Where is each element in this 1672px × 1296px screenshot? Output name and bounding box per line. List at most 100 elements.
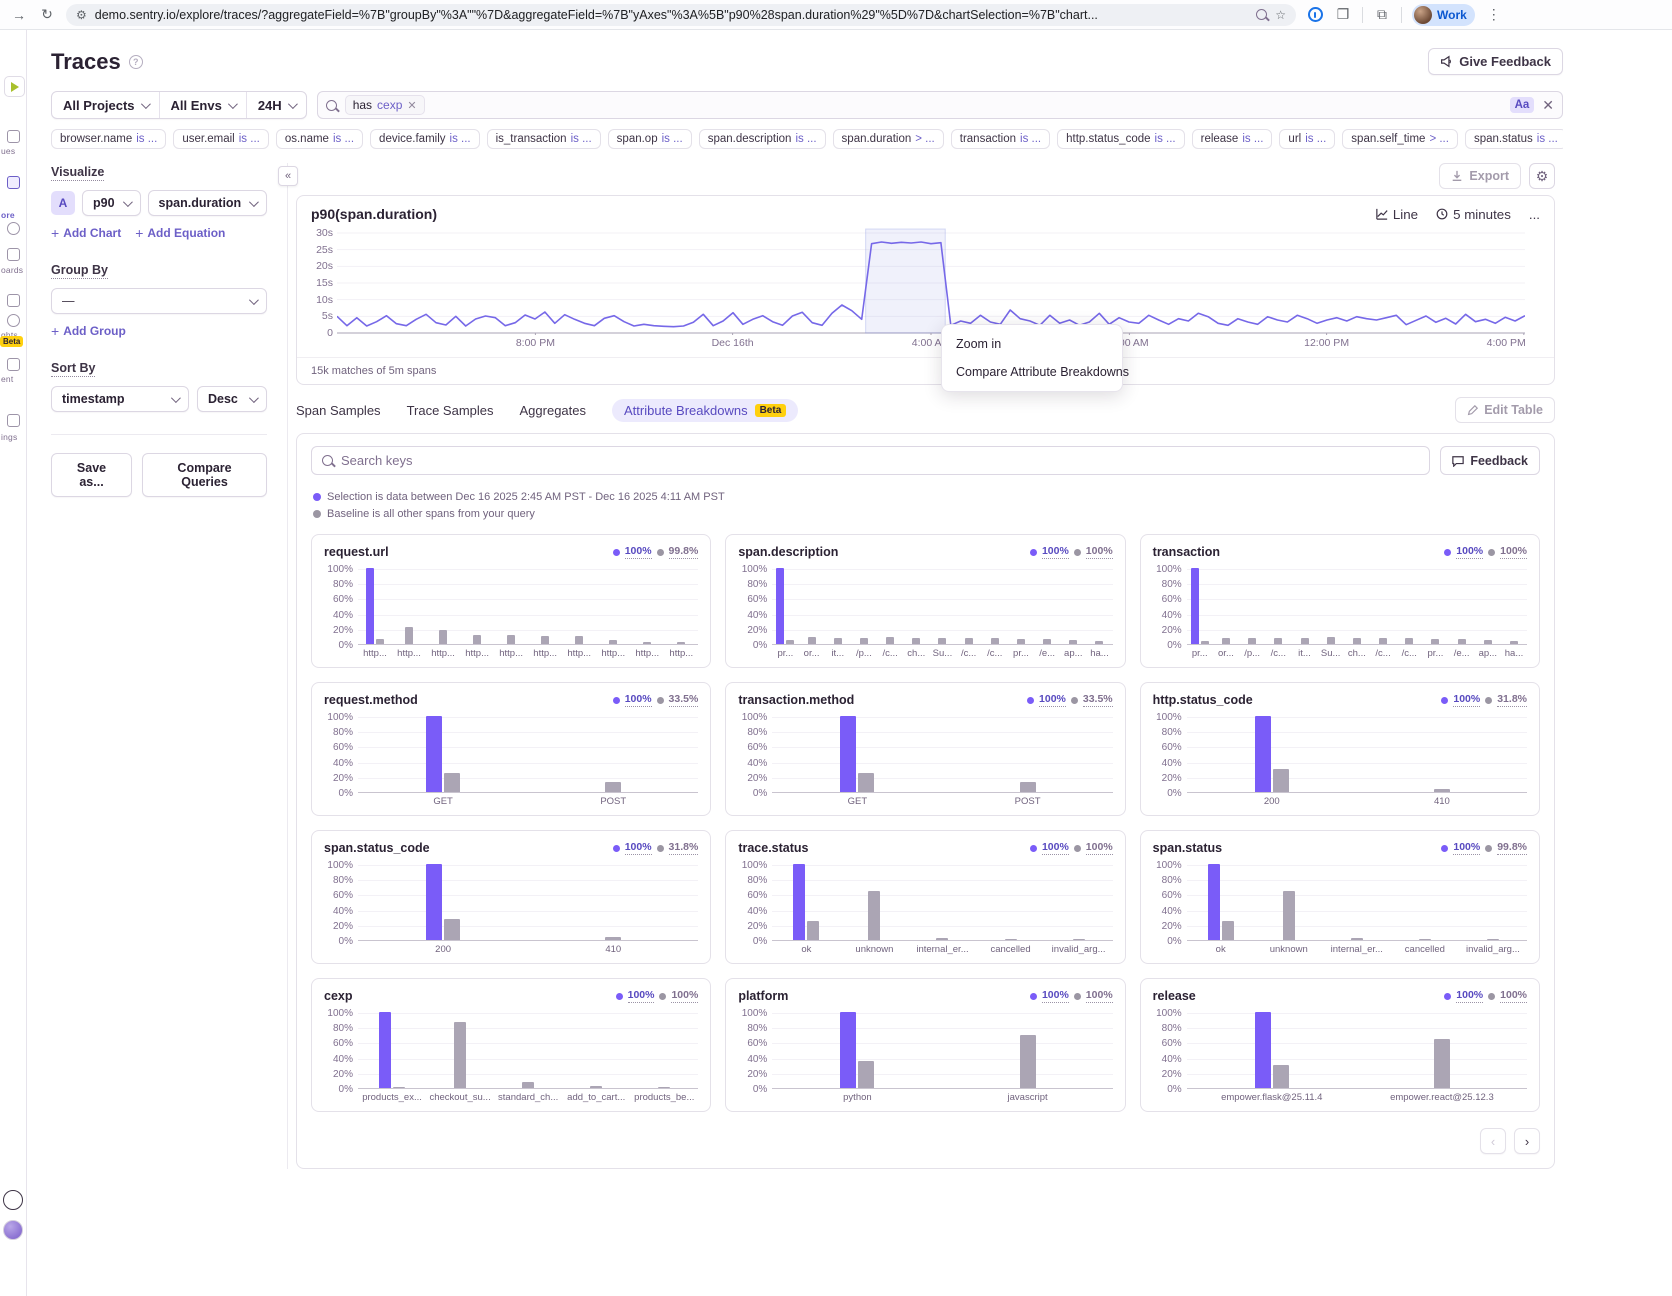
bar-group-ha...[interactable] [1086, 569, 1112, 644]
add-group-button[interactable]: +Add Group [51, 323, 126, 339]
bar-group-/c...[interactable] [982, 569, 1008, 644]
baseline-percent[interactable]: 99.8% [1497, 841, 1527, 855]
bar-group-200[interactable] [1187, 717, 1357, 792]
bar-group-/p...[interactable] [1239, 569, 1265, 644]
bookmark-star-icon[interactable]: ☆ [1275, 8, 1286, 22]
give-feedback-button[interactable]: Give Feedback [1428, 48, 1563, 75]
selected-percent[interactable]: 100% [625, 841, 652, 855]
collapse-panel-button[interactable]: « [278, 166, 298, 186]
bar-group-POST[interactable] [528, 717, 698, 792]
filter-chip-span.op[interactable]: span.opis ... [608, 129, 692, 149]
bar-group-ch...[interactable] [903, 569, 929, 644]
add-equation-button[interactable]: +Add Equation [135, 225, 225, 241]
baseline-percent[interactable]: 100% [671, 989, 698, 1003]
profile-chip[interactable]: Work [1412, 4, 1475, 26]
sort-direction-select[interactable]: Desc [197, 386, 267, 412]
url-bar[interactable]: ⚙︎ demo.sentry.io/explore/traces/?aggreg… [66, 4, 1296, 26]
selected-percent[interactable]: 100% [1039, 693, 1066, 707]
sidebar-nav-icon[interactable] [7, 248, 20, 261]
bar-group-add_to_cart...[interactable] [562, 1013, 630, 1088]
filter-chip-http.status_code[interactable]: http.status_codeis ... [1057, 129, 1185, 149]
bar-group-pr...[interactable] [1008, 569, 1034, 644]
bar-group-invalid_arg...[interactable] [1045, 865, 1113, 940]
bar-group-/c...[interactable] [877, 569, 903, 644]
baseline-percent[interactable]: 100% [1086, 841, 1113, 855]
bar-group-http...[interactable] [562, 569, 596, 644]
selected-percent[interactable]: 100% [625, 545, 652, 559]
selected-percent[interactable]: 100% [625, 693, 652, 707]
prev-page-button[interactable]: ‹ [1480, 1128, 1506, 1154]
baseline-percent[interactable]: 100% [1086, 545, 1113, 559]
refresh-icon[interactable]: ↻ [38, 6, 56, 24]
filter-chip-is_transaction[interactable]: is_transactionis ... [487, 129, 601, 149]
tab-attribute-breakdowns[interactable]: Attribute BreakdownsBeta [612, 399, 798, 422]
bar-group-410[interactable] [1357, 717, 1527, 792]
help-icon[interactable]: ? [129, 55, 143, 69]
sidebar-nav-icon[interactable] [7, 176, 20, 189]
filter-chip-user.email[interactable]: user.emailis ... [173, 129, 269, 149]
bar-group-or...[interactable] [799, 569, 825, 644]
bar-group-internal_er...[interactable] [1323, 865, 1391, 940]
bar-group-or...[interactable] [1213, 569, 1239, 644]
context-menu-item-compare-attribute-breakdowns[interactable]: Compare Attribute Breakdowns [942, 358, 1122, 386]
bar-group-410[interactable] [528, 865, 698, 940]
bar-group-http...[interactable] [596, 569, 630, 644]
bar-group-it...[interactable] [825, 569, 851, 644]
sidebar-item-label[interactable]: oards [1, 265, 23, 275]
selected-percent[interactable]: 100% [1456, 989, 1483, 1003]
sidebar-item-label[interactable]: ues [1, 146, 15, 156]
selected-percent[interactable]: 100% [628, 989, 655, 1003]
bar-group-POST[interactable] [943, 717, 1113, 792]
bar-group-/c...[interactable] [1265, 569, 1291, 644]
bar-group-GET[interactable] [358, 717, 528, 792]
bar-group-standard_ch...[interactable] [494, 1013, 562, 1088]
bar-group-http...[interactable] [426, 569, 460, 644]
seer-icon[interactable] [3, 1190, 23, 1210]
context-menu-item-zoom-in[interactable]: Zoom in [942, 330, 1122, 358]
bar-group-products_ex...[interactable] [358, 1013, 426, 1088]
bar-group-http...[interactable] [528, 569, 562, 644]
bar-group-ap...[interactable] [1060, 569, 1086, 644]
bar-group-ha...[interactable] [1501, 569, 1527, 644]
selected-percent[interactable]: 100% [1042, 545, 1069, 559]
bar-group-http...[interactable] [460, 569, 494, 644]
bar-group-unknown[interactable] [1255, 865, 1323, 940]
bar-group-unknown[interactable] [840, 865, 908, 940]
bar-group-/p...[interactable] [851, 569, 877, 644]
bar-group-http...[interactable] [630, 569, 664, 644]
sidebar-nav-icon[interactable] [7, 414, 20, 427]
case-sensitive-toggle[interactable]: Aa [1510, 97, 1535, 113]
side-panel-icon[interactable]: ⧉ [1373, 6, 1391, 24]
sidebar-item-label[interactable]: ent [1, 374, 13, 384]
bar-group-pr...[interactable] [1187, 569, 1213, 644]
aggregate-select[interactable]: p90 [82, 190, 141, 216]
bar-group-/c...[interactable] [956, 569, 982, 644]
bar-group-python[interactable] [772, 1013, 942, 1088]
group-by-select[interactable]: — [51, 288, 267, 314]
bar-group-it...[interactable] [1291, 569, 1317, 644]
duration-line-chart[interactable] [337, 228, 1525, 335]
bar-group-cancelled[interactable] [977, 865, 1045, 940]
bar-group-ap...[interactable] [1475, 569, 1501, 644]
add-chart-button[interactable]: +Add Chart [51, 225, 121, 241]
baseline-percent[interactable]: 100% [1500, 545, 1527, 559]
time-range-filter[interactable]: 24H [247, 92, 306, 118]
filter-chip-url[interactable]: urlis ... [1279, 129, 1335, 149]
search-query-bar[interactable]: has cexp ✕ Aa ✕ [317, 91, 1563, 119]
baseline-percent[interactable]: 99.8% [669, 545, 699, 559]
filter-chip-span.duration[interactable]: span.duration> ... [833, 129, 944, 149]
settings-gear-icon[interactable]: ⚙ [1529, 163, 1555, 189]
bar-group-invalid_arg...[interactable] [1459, 865, 1527, 940]
display-mode-button[interactable]: Line [1376, 207, 1418, 222]
token-remove-icon[interactable]: ✕ [407, 99, 416, 112]
baseline-percent[interactable]: 31.8% [1497, 693, 1527, 707]
sidebar-item-label[interactable]: ore [1, 210, 15, 220]
compare-queries-button[interactable]: Compare Queries [142, 453, 267, 497]
edit-table-button[interactable]: Edit Table [1455, 397, 1555, 423]
sidebar-nav-icon[interactable] [7, 314, 20, 327]
sidebar-nav-icon[interactable] [7, 294, 20, 307]
export-button[interactable]: Export [1439, 163, 1521, 189]
search-keys-input[interactable]: Search keys [311, 446, 1430, 475]
clear-search-icon[interactable]: ✕ [1542, 98, 1554, 112]
help-avatar-icon[interactable] [3, 1220, 23, 1240]
